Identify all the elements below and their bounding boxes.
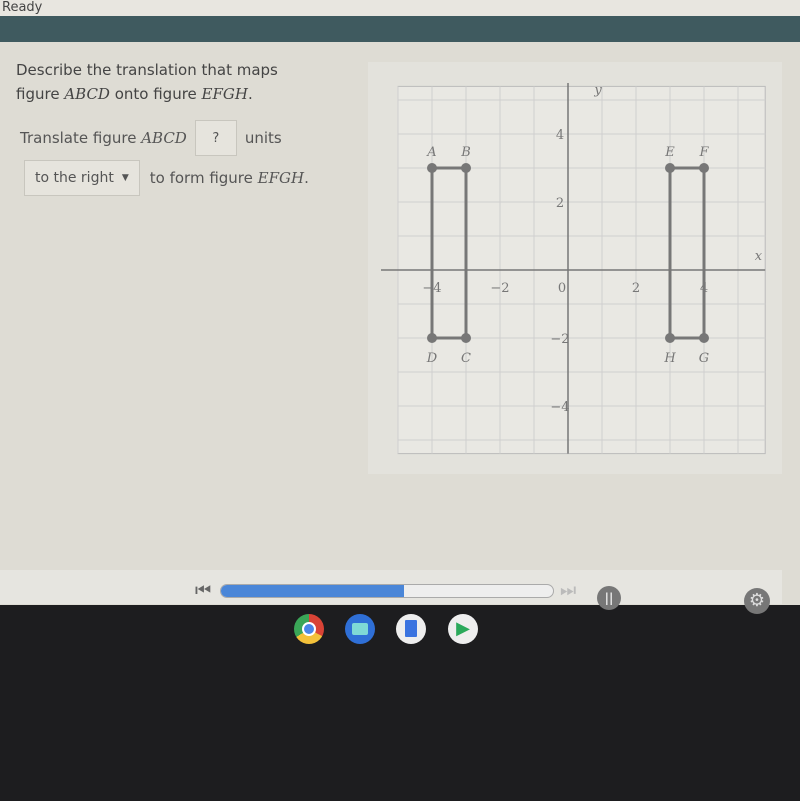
folder-icon	[352, 623, 368, 635]
files-icon[interactable]	[345, 614, 375, 644]
x-axis-label: x	[755, 249, 763, 264]
point-label-E: E	[664, 145, 675, 160]
point-A	[427, 163, 437, 173]
y-tick-label: −2	[550, 332, 569, 347]
chrome-icon-center	[302, 622, 316, 636]
point-label-G: G	[699, 351, 709, 366]
question-text: Describe the translation that maps figur…	[16, 61, 278, 103]
play-store-icon[interactable]: ▶	[448, 614, 478, 644]
skip-back-icon[interactable]: ⏮	[195, 580, 211, 601]
point-G	[699, 333, 709, 343]
coordinate-graph: xy−4 −2 0 2 442−2−4A BCDE FGH	[381, 83, 766, 455]
point-label-A: A	[426, 145, 436, 160]
point-label-C: C	[461, 351, 471, 366]
progress-fill	[221, 585, 404, 597]
progress-bar[interactable]	[220, 584, 554, 598]
point-label-H: H	[663, 351, 676, 366]
point-B	[461, 163, 471, 173]
step-line: Translate figure ABCD ? units	[20, 120, 282, 156]
status-text: Ready	[0, 0, 800, 16]
docs-icon[interactable]	[396, 614, 426, 644]
point-label-B: B	[460, 145, 471, 160]
direction-line: to the right ▼ to form figure EFGH.	[24, 160, 309, 196]
point-D	[427, 333, 437, 343]
point-E	[665, 163, 675, 173]
y-axis-label: y	[593, 83, 602, 98]
point-label-F: F	[698, 145, 709, 160]
y-tick-label: 2	[556, 196, 564, 211]
settings-gear-icon[interactable]: ⚙	[744, 588, 770, 614]
app-screen: Ready Describe the translation that maps…	[0, 0, 800, 614]
y-tick-label: 4	[556, 128, 564, 143]
y-tick-label: −4	[550, 400, 569, 415]
graph-panel: x y −4 −2 0 2 4 4 2 −2 −4 A B C D E F G H	[368, 62, 782, 474]
header-band	[0, 16, 800, 42]
x-tick-label: 2	[632, 281, 640, 296]
x-tick-label: 0	[558, 281, 566, 296]
chevron-down-icon: ▼	[121, 173, 129, 183]
units-answer-input[interactable]: ?	[194, 120, 237, 156]
point-C	[461, 333, 471, 343]
pause-button[interactable]: ||	[597, 586, 621, 610]
point-H	[665, 333, 675, 343]
point-F	[699, 163, 709, 173]
direction-dropdown[interactable]: to the right ▼	[24, 160, 140, 196]
chrome-icon[interactable]	[294, 614, 324, 644]
document-icon	[405, 620, 417, 637]
x-tick-label: −2	[490, 281, 509, 296]
skip-forward-icon[interactable]: ⏭	[560, 580, 576, 601]
point-label-D: D	[426, 351, 438, 366]
